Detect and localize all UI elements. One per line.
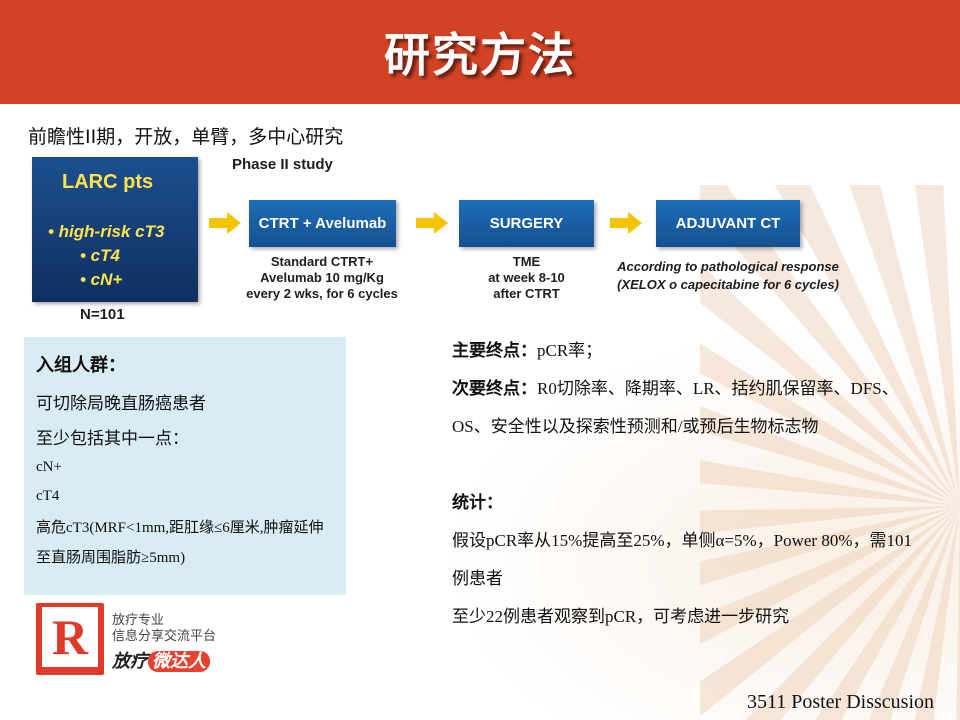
surgery-note: TME at week 8-10 after CTRT — [488, 254, 565, 301]
larc-item-high-risk-ct3: • high-risk cT3 — [48, 222, 165, 241]
arrow-right-icon — [610, 212, 642, 234]
criteria-heading: 入组人群： — [36, 355, 126, 376]
surgery-box: SURGERY — [459, 200, 594, 247]
adjuvant-note: According to pathological response (XELO… — [617, 259, 839, 292]
footer-poster-label: 3511 Poster Disscusion — [746, 691, 934, 713]
endpoints-block: 主要终点：pCR率； 次要终点：R0切除率、降期率、LR、括约肌保留率、DFS、… — [452, 332, 922, 636]
criteria-item-ct4: cT4 — [36, 488, 60, 504]
sample-size: N=101 — [80, 306, 125, 323]
ctrt-avelumab-box: CTRT + Avelumab — [249, 200, 396, 247]
statistics: 统计： — [452, 493, 503, 513]
phase-label: Phase II study — [232, 156, 333, 173]
slide-title: 研究方法 — [384, 28, 576, 82]
statistics-line-1: 假设pCR率从15%提高至25%，单侧α=5%，Power 80%，需101例患… — [452, 531, 913, 588]
inclusion-criteria-box: 入组人群： 可切除局晚直肠癌患者 至少包括其中一点： cN+ cT4 高危cT3… — [24, 337, 346, 595]
ctrt-note: Standard CTRT+ Avelumab 10 mg/Kg every 2… — [246, 254, 398, 301]
statistics-line-2: 至少22例患者观察到pCR，可考虑进一步研究 — [452, 607, 790, 626]
criteria-line-2: 至少包括其中一点： — [36, 429, 189, 449]
logo-mark: R — [36, 603, 104, 675]
larc-title: LARC pts — [62, 171, 154, 193]
adjuvant-ct-box: ADJUVANT CT — [656, 200, 800, 247]
study-design-subtitle: 前瞻性II期，开放，单臂，多中心研究 — [28, 126, 344, 148]
larc-item-ct4: • cT4 — [80, 246, 120, 265]
criteria-line-1: 可切除局晚直肠癌患者 — [36, 394, 206, 414]
title-bar: 研究方法 — [0, 0, 960, 104]
secondary-endpoint: 次要终点：R0切除率、降期率、LR、括约肌保留率、DFS、OS、安全性以及探索性… — [452, 379, 899, 436]
primary-endpoint: 主要终点：pCR率； — [452, 341, 603, 361]
arrow-right-icon — [209, 212, 241, 234]
larc-item-cn: • cN+ — [80, 270, 123, 289]
arrow-right-icon — [416, 212, 448, 234]
wechat-logo: R 放疗专业 信息分享交流平台 放疗 微达人 — [36, 603, 236, 679]
larc-patients-box: LARC pts • high-risk cT3 • cT4 • cN+ — [32, 157, 198, 302]
criteria-item-cn: cN+ — [36, 459, 62, 475]
criteria-item-high-risk-ct3: 高危cT3(MRF<1mm,距肛缘≤6厘米,肿瘤延伸至直肠周围脂肪≥5mm) — [36, 520, 324, 566]
